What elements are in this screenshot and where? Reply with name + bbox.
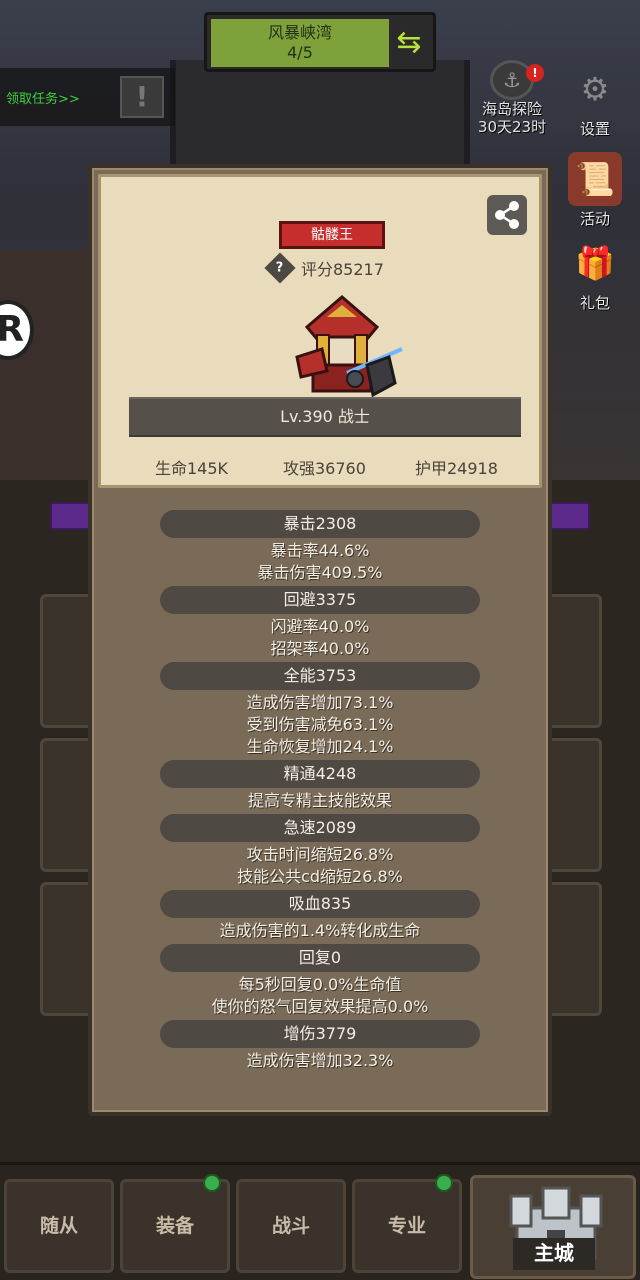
stat-line: 生命恢复增加24.1% xyxy=(246,737,394,756)
stat-line: 技能公共cd缩短26.8% xyxy=(237,867,403,886)
hero-level: Lv.390 战士 xyxy=(129,397,521,437)
nav-followers[interactable]: 随从 xyxy=(4,1179,114,1273)
stat-header-leech: 吸血835 xyxy=(160,890,480,918)
activity-label: 活动 xyxy=(579,210,610,228)
stat-line: 受到伤害减免63.1% xyxy=(246,715,394,734)
nav-profession[interactable]: 专业 xyxy=(352,1174,462,1273)
stat-header-crit: 暴击2308 xyxy=(160,510,480,538)
stat-header-versatility: 全能3753 xyxy=(160,662,480,690)
nav-main-city-label: 主城 xyxy=(513,1238,595,1270)
share-button[interactable] xyxy=(487,195,527,235)
scroll-icon: 📜 xyxy=(568,152,622,206)
stat-line: 闪避率40.0% xyxy=(270,617,370,636)
island-adventure-button[interactable]: ⚓ ! 海岛探险 30天23时 xyxy=(470,60,554,146)
help-icon[interactable]: ? xyxy=(264,252,296,284)
stage-info: 风暴峡湾 4/5 xyxy=(211,19,389,67)
score-row: ? 评分85217 xyxy=(264,252,384,284)
stat-header-haste: 急速2089 xyxy=(160,814,480,842)
hero-card: 骷髅王 ? 评分85217 Lv.390 战士 生命145K 攻强36760 护… xyxy=(98,174,542,488)
hero-score: 评分85217 xyxy=(301,260,384,279)
stat-line: 招架率40.0% xyxy=(270,639,370,658)
stat-header-damage-bonus: 增伤3779 xyxy=(160,1020,480,1048)
stat-header-mastery: 精通4248 xyxy=(160,760,480,788)
stat-line: 使你的怒气回复效果提高0.0% xyxy=(211,997,429,1016)
nav-equipment[interactable]: 装备 xyxy=(120,1174,230,1273)
island-label: 海岛探险 xyxy=(481,100,542,118)
hero-portrait xyxy=(295,295,403,398)
hero-name-plate: 骷髅王 xyxy=(279,221,385,249)
quest-bar[interactable]: 领取任务>> ! xyxy=(0,68,175,126)
stat-line: 提高专精主技能效果 xyxy=(247,791,392,810)
nav-main-city[interactable]: 主城 xyxy=(470,1175,636,1279)
hero-hp: 生命145K xyxy=(155,459,229,478)
hero-attack: 攻强36760 xyxy=(283,459,366,478)
stat-line: 造成伤害增加32.3% xyxy=(246,1051,394,1070)
stage-title: 风暴峡湾 xyxy=(267,23,332,42)
stage-progress: 4/5 xyxy=(287,43,313,62)
stat-line: 每5秒回复0.0%生命值 xyxy=(238,975,402,994)
stat-header-regen: 回复0 xyxy=(160,944,480,972)
share-icon xyxy=(495,201,519,229)
island-timer: 30天23时 xyxy=(477,118,547,136)
notification-dot xyxy=(435,1174,453,1192)
nav-profession-label: 专业 xyxy=(387,1215,426,1237)
stat-line: 暴击率44.6% xyxy=(270,541,370,560)
gift-button[interactable]: 🎁 礼包 xyxy=(560,236,630,313)
stat-line: 攻击时间缩短26.8% xyxy=(246,845,394,864)
stat-line: 暴击伤害409.5% xyxy=(257,563,383,582)
quest-link[interactable]: 领取任务>> xyxy=(6,88,80,107)
bottom-nav: 随从 装备 战斗 专业 主城 xyxy=(0,1162,640,1280)
gift-label: 礼包 xyxy=(579,294,610,312)
settings-label: 设置 xyxy=(579,120,610,138)
swap-icon[interactable]: ⇆ xyxy=(391,25,427,61)
background-tower xyxy=(0,250,90,480)
notification-badge: ! xyxy=(526,64,544,82)
exclamation-icon[interactable]: ! xyxy=(120,76,164,118)
nav-battle[interactable]: 战斗 xyxy=(236,1179,346,1273)
stage-indicator[interactable]: 风暴峡湾 4/5 ⇆ xyxy=(204,12,436,72)
hero-stats-panel: 骷髅王 ? 评分85217 Lv.390 战士 生命145K 攻强36760 护… xyxy=(88,164,552,1116)
notification-dot xyxy=(203,1174,221,1192)
gift-icon: 🎁 xyxy=(575,244,615,282)
hero-armor: 护甲24918 xyxy=(415,459,498,478)
stat-line: 造成伤害的1.4%转化成生命 xyxy=(219,921,421,940)
stat-header-avoidance: 回避3375 xyxy=(160,586,480,614)
gear-icon: ⚙ xyxy=(580,70,610,108)
stat-line: 造成伤害增加73.1% xyxy=(246,693,394,712)
nav-equipment-label: 装备 xyxy=(155,1215,194,1237)
settings-button[interactable]: ⚙ 设置 xyxy=(560,62,630,139)
activity-button[interactable]: 📜 活动 xyxy=(560,152,630,229)
